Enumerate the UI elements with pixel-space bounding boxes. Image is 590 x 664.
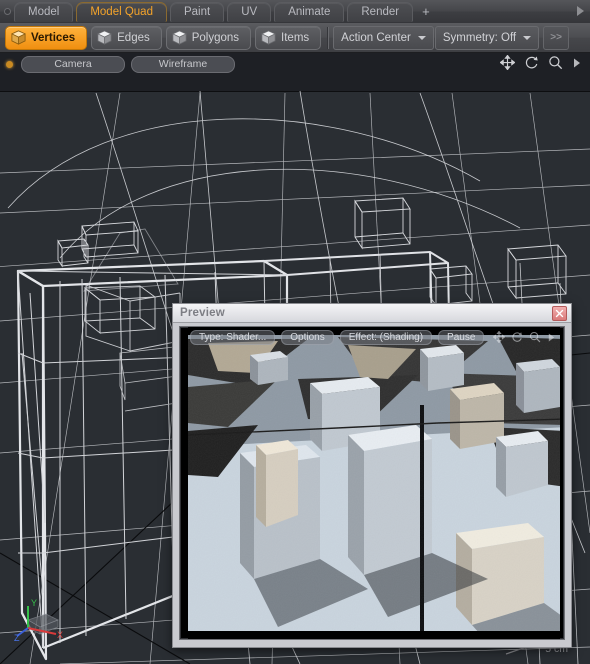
preview-options-button[interactable]: Options [281, 329, 334, 345]
preview-title-bar[interactable]: Preview [173, 304, 571, 323]
mode-button-label: Vertices [31, 31, 76, 44]
preview-window[interactable]: Preview Type: Shader... Options Effect: … [172, 303, 572, 648]
axis-gizmo: Y X Z [14, 598, 63, 643]
toolbar-divider [327, 26, 329, 49]
preview-type-button[interactable]: Type: Shader... [190, 329, 276, 345]
tab-bar-handle[interactable] [0, 0, 14, 23]
tab-bar: Model Model Quad Paint UV Animate Render… [0, 0, 590, 24]
mode-button-polygons[interactable]: Polygons [165, 25, 252, 50]
axis-label-y: Y [31, 598, 37, 608]
cube-icon [261, 30, 276, 45]
axis-label-x: X [57, 630, 63, 640]
rotate-icon[interactable] [511, 331, 523, 343]
chevron-down-icon [417, 35, 426, 40]
move-icon[interactable] [493, 331, 505, 343]
add-tab-button[interactable]: + [416, 2, 436, 21]
symmetry-label: Symmetry: Off [442, 31, 517, 44]
viewport-camera-button[interactable]: Camera [21, 55, 125, 73]
preview-overlay-toolbar: Type: Shader... Options Effect: (Shading… [188, 329, 560, 345]
move-icon[interactable] [500, 55, 515, 70]
symmetry-dropdown[interactable]: Symmetry: Off [434, 25, 540, 50]
action-center-dropdown[interactable]: Action Center [333, 25, 434, 50]
triangle-right-icon[interactable] [572, 57, 582, 69]
mode-toolbar: Vertices Edges Polygons Items Action Cen… [0, 23, 590, 53]
active-dot-icon[interactable] [6, 60, 13, 68]
tab-model[interactable]: Model [14, 1, 74, 22]
tab-uv[interactable]: UV [227, 1, 272, 22]
tab-animate[interactable]: Animate [274, 1, 345, 22]
mode-button-label: Edges [117, 31, 150, 44]
tab-render[interactable]: Render [347, 1, 414, 22]
cube-icon [171, 30, 187, 45]
viewport-wireframe-button[interactable]: Wireframe [131, 55, 235, 73]
triangle-right-icon[interactable] [547, 332, 556, 343]
zoom-icon[interactable] [529, 331, 541, 343]
mode-button-edges[interactable]: Edges [91, 25, 162, 50]
preview-effect-button[interactable]: Effect: (Shading) [339, 329, 433, 345]
zoom-icon[interactable] [548, 55, 563, 70]
preview-tool-icons [493, 331, 560, 343]
toolbar-more-button[interactable]: >> [543, 25, 570, 50]
preview-pause-button[interactable]: Pause [438, 329, 485, 345]
axis-label-z: Z [14, 633, 20, 643]
rotate-icon[interactable] [524, 55, 539, 70]
triangle-right-icon[interactable] [577, 6, 584, 16]
mode-button-items[interactable]: Items [255, 25, 322, 50]
preview-window-title: Preview [180, 307, 225, 319]
tab-paint[interactable]: Paint [169, 1, 225, 22]
mode-button-vertices[interactable]: Vertices [5, 25, 88, 50]
action-center-label: Action Center [341, 31, 411, 44]
mode-button-label: Polygons [191, 31, 240, 44]
mode-button-label: Items [281, 31, 310, 44]
cube-icon [11, 30, 26, 45]
application-window: Model Model Quad Paint UV Animate Render… [0, 0, 590, 664]
tab-model-quad[interactable]: Model Quad [76, 1, 167, 22]
cube-icon [97, 30, 113, 45]
viewport-tool-icons [500, 55, 582, 70]
chevron-down-icon [523, 35, 532, 40]
preview-render-image[interactable] [188, 327, 560, 639]
preview-render-frame: Type: Shader... Options Effect: (Shading… [179, 326, 565, 640]
close-icon[interactable] [552, 306, 567, 321]
